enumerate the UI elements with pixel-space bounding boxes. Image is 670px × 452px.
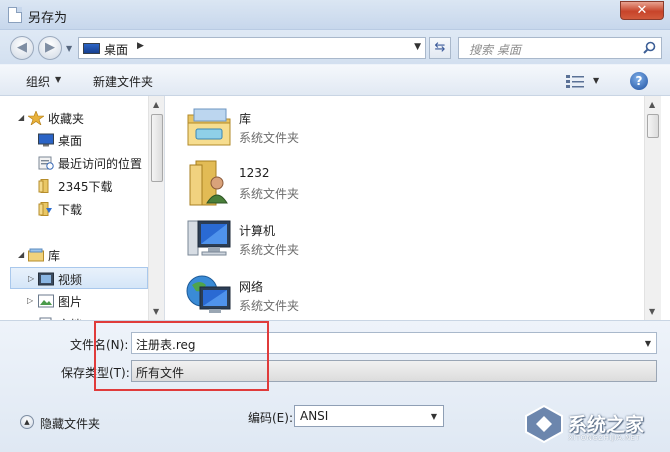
nav-label: 视频 [58, 273, 83, 287]
scroll-down-icon[interactable]: ▼ [153, 307, 159, 316]
file-item-libraries[interactable]: 库 系统文件夹 [186, 103, 436, 155]
scrollbar-thumb[interactable] [151, 114, 163, 182]
chevron-down-icon[interactable]: ▼ [645, 339, 651, 348]
chevron-down-icon[interactable]: ▼ [431, 412, 437, 421]
filename-field[interactable]: 注册表.reg ▼ [131, 332, 657, 354]
scroll-down-icon[interactable]: ▼ [649, 307, 655, 316]
file-type: 系统文件夹 [239, 131, 300, 145]
organize-menu[interactable]: 组织 [26, 73, 50, 90]
file-type: 系统文件夹 [239, 299, 300, 313]
views-icon[interactable] [566, 74, 584, 88]
pictures-library-icon [38, 294, 54, 308]
nav-item-favorites[interactable]: ◢ 收藏夹 [0, 107, 148, 129]
forward-button[interactable]: ▶ [38, 36, 62, 60]
new-folder-button[interactable]: 新建文件夹 [93, 73, 153, 90]
filename-value[interactable]: 注册表.reg [136, 336, 196, 353]
watermark-subtext: XITONGZHIJIA.NET [568, 434, 641, 442]
network-icon [186, 275, 231, 313]
filetype-value[interactable]: 所有文件 [136, 364, 184, 381]
nav-label: 最近访问的位置 [58, 157, 143, 171]
star-icon [28, 111, 44, 125]
navigation-pane: ◢ 收藏夹 桌面 最近访问的位置 2345下载 下载 ◢ 库 ▷ 视频 ▷ 图片… [0, 96, 165, 320]
file-type: 系统文件夹 [239, 243, 300, 257]
help-button[interactable]: ? [630, 72, 648, 90]
recent-pages-dropdown[interactable]: ▼ [66, 44, 72, 53]
recent-places-icon [38, 156, 54, 170]
folder-icon [38, 179, 49, 193]
user-folder-icon [189, 160, 228, 206]
filetype-label: 保存类型(T): [61, 366, 130, 380]
collapse-icon[interactable]: ◢ [18, 113, 24, 122]
refresh-button[interactable]: ⇆ [429, 37, 451, 59]
nav-label: 图片 [58, 295, 83, 309]
close-button[interactable]: ✕ [620, 1, 664, 20]
file-type: 系统文件夹 [239, 187, 300, 201]
video-library-icon [38, 272, 54, 286]
nav-label: 2345下载 [58, 180, 113, 194]
expand-icon[interactable]: ▷ [27, 296, 33, 305]
scroll-up-icon[interactable]: ▲ [153, 100, 159, 109]
file-item-user-folder[interactable]: 1232 系统文件夹 [186, 159, 436, 211]
document-icon [8, 7, 22, 23]
scroll-up-icon[interactable]: ▲ [649, 100, 655, 109]
file-list-scrollbar[interactable]: ▲ ▼ [644, 96, 661, 320]
watermark-logo-icon [525, 404, 563, 444]
file-name: 网络 [239, 280, 264, 294]
file-name: 库 [239, 112, 252, 126]
watermark: 系统之家 XITONGZHIJIA.NET [516, 398, 666, 448]
encoding-select[interactable]: ANSI ▼ [294, 405, 444, 427]
watermark-text: 系统之家 [568, 414, 645, 436]
address-bar[interactable]: 桌面 ▶ ▼ [78, 37, 426, 59]
nav-item-pictures[interactable]: ▷ 图片 [0, 290, 148, 312]
filename-label: 文件名(N): [70, 338, 129, 352]
back-button[interactable]: ◀ [10, 36, 34, 60]
expand-icon[interactable]: ▷ [28, 274, 34, 283]
search-placeholder: 搜索 桌面 [469, 43, 521, 57]
nav-label: 收藏夹 [48, 112, 85, 126]
desktop-icon [38, 133, 54, 147]
navigation-scrollbar[interactable]: ▲ ▼ [148, 96, 164, 320]
nav-item-2345-downloads[interactable]: 2345下载 [0, 175, 148, 197]
desktop-icon [83, 43, 100, 54]
nav-label: 桌面 [58, 134, 83, 148]
nav-item-libraries[interactable]: ◢ 库 [0, 244, 148, 266]
nav-label: 下载 [58, 203, 83, 217]
hide-folders-icon[interactable]: ▲ [20, 415, 34, 429]
command-bar: 组织 ▼ 新建文件夹 ▼ ? [0, 64, 670, 96]
nav-item-recent[interactable]: 最近访问的位置 [0, 152, 148, 174]
nav-label: 库 [48, 249, 61, 263]
library-folder-icon [187, 108, 231, 146]
chevron-right-icon[interactable]: ▶ [137, 41, 144, 51]
window-title: 另存为 [28, 11, 68, 26]
file-list: 库 系统文件夹 1232 系统文件夹 计算机 系统文件夹 网络 系统文件夹 ▲ … [166, 96, 670, 320]
file-item-computer[interactable]: 计算机 系统文件夹 [186, 215, 436, 267]
search-icon[interactable] [643, 41, 656, 54]
file-name: 计算机 [239, 224, 276, 238]
library-icon [28, 248, 44, 262]
search-input[interactable]: 搜索 桌面 [458, 37, 662, 59]
title-bar: 另存为 ✕ [0, 0, 670, 30]
download-folder-icon [38, 202, 52, 216]
address-dropdown-icon[interactable]: ▼ [414, 42, 421, 52]
nav-item-desktop[interactable]: 桌面 [0, 129, 148, 151]
nav-item-videos[interactable]: ▷ 视频 [10, 267, 148, 289]
address-bar-row: ◀ ▶ ▼ 桌面 ▶ ▼ ⇆ 搜索 桌面 [0, 30, 670, 64]
scrollbar-thumb[interactable] [647, 114, 659, 138]
encoding-value[interactable]: ANSI [300, 409, 328, 423]
chevron-down-icon[interactable]: ▼ [55, 75, 61, 84]
hide-folders-button[interactable]: 隐藏文件夹 [40, 415, 100, 432]
encoding-label: 编码(E): [248, 411, 293, 425]
computer-icon [187, 220, 231, 256]
filetype-select[interactable]: 所有文件 [131, 360, 657, 382]
file-item-network[interactable]: 网络 系统文件夹 [186, 271, 436, 320]
views-dropdown-icon[interactable]: ▼ [593, 76, 599, 85]
collapse-icon[interactable]: ◢ [18, 250, 24, 259]
address-location[interactable]: 桌面 [104, 41, 128, 58]
nav-item-documents[interactable]: ▷ 文档 [0, 313, 148, 320]
file-name: 1232 [239, 166, 270, 180]
nav-item-downloads[interactable]: 下载 [0, 198, 148, 220]
